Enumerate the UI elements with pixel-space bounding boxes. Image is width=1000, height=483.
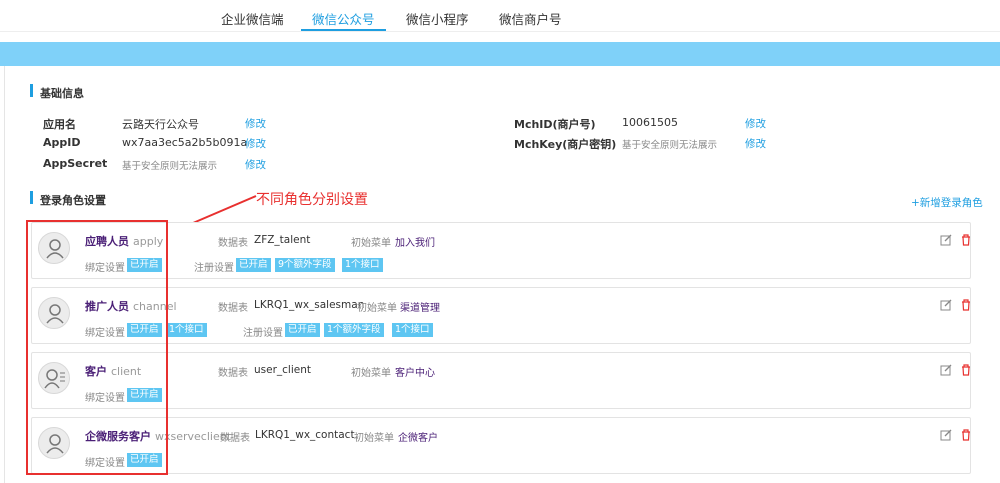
status-badge: 已开启 bbox=[285, 323, 320, 337]
table-label: 数据表 bbox=[220, 433, 250, 444]
extra-fields-badge: 1个额外字段 bbox=[324, 323, 384, 337]
appid-label: AppID bbox=[43, 136, 81, 149]
reg-label: 注册设置 bbox=[194, 263, 234, 274]
delete-icon[interactable] bbox=[960, 364, 972, 376]
tab-official-account[interactable]: 微信公众号 bbox=[301, 9, 386, 31]
edit-icon[interactable] bbox=[940, 429, 952, 441]
tab-wecom[interactable]: 企业微信端 bbox=[221, 9, 284, 31]
mchkey-value: 基于安全原则无法展示 bbox=[622, 140, 718, 151]
status-badge: 已开启 bbox=[236, 258, 271, 272]
menu-label: 初始菜单 bbox=[351, 368, 391, 379]
edit-mchid-link[interactable]: 修改 bbox=[745, 116, 766, 131]
table-value: user_client bbox=[254, 364, 311, 376]
table-value: ZFZ_talent bbox=[254, 234, 311, 246]
api-badge: 1个接口 bbox=[342, 258, 383, 272]
menu-label: 初始菜单 bbox=[357, 303, 397, 314]
delete-icon[interactable] bbox=[960, 299, 972, 311]
mchid-value: 10061505 bbox=[622, 116, 678, 129]
table-label: 数据表 bbox=[218, 368, 248, 379]
top-nav: 企业微信端 微信公众号 微信小程序 微信商户号 bbox=[0, 0, 1000, 32]
api-badge: 1个接口 bbox=[166, 323, 207, 337]
section-roles-title: 登录角色设置 bbox=[30, 191, 106, 208]
menu-value: 渠道管理 bbox=[400, 303, 440, 314]
table-label: 数据表 bbox=[218, 238, 248, 249]
menu-label: 初始菜单 bbox=[351, 238, 391, 249]
tab-mini-program[interactable]: 微信小程序 bbox=[406, 9, 469, 31]
delete-icon[interactable] bbox=[960, 429, 972, 441]
role-card: 企微服务客户 wxserveclient 数据表 LKRQ1_wx_contact… bbox=[31, 417, 971, 474]
menu-value: 加入我们 bbox=[395, 238, 435, 249]
role-card: 应聘人员 apply 数据表 ZFZ_talent 初始菜单 加入我们 绑定设置 … bbox=[31, 222, 971, 279]
role-card: 推广人员 channel 数据表 LKRQ1_wx_salesman 初始菜单 渠… bbox=[31, 287, 971, 344]
edit-icon[interactable] bbox=[940, 299, 952, 311]
menu-value: 客户中心 bbox=[395, 368, 435, 379]
annotation-highlight-box bbox=[26, 220, 168, 475]
annotation-text: 不同角色分别设置 bbox=[256, 192, 368, 208]
tab-merchant[interactable]: 微信商户号 bbox=[499, 9, 562, 31]
app-name-value: 云路天行公众号 bbox=[122, 118, 199, 131]
mchkey-label: MchKey(商户密钥) bbox=[514, 138, 617, 151]
table-value: LKRQ1_wx_salesman bbox=[254, 299, 365, 311]
reg-label: 注册设置 bbox=[243, 328, 283, 339]
appsecret-label: AppSecret bbox=[43, 157, 108, 170]
edit-icon[interactable] bbox=[940, 364, 952, 376]
edit-mchkey-link[interactable]: 修改 bbox=[745, 136, 766, 151]
role-card: 客户 client 数据表 user_client 初始菜单 客户中心 绑定设置 … bbox=[31, 352, 971, 409]
edit-appid-link[interactable]: 修改 bbox=[245, 136, 266, 151]
table-value: LKRQ1_wx_contact bbox=[255, 429, 355, 441]
add-role-link[interactable]: +新增登录角色 bbox=[911, 195, 983, 210]
edit-appsecret-link[interactable]: 修改 bbox=[245, 157, 266, 172]
menu-label: 初始菜单 bbox=[354, 433, 394, 444]
delete-icon[interactable] bbox=[960, 234, 972, 246]
menu-value: 企微客户 bbox=[398, 433, 438, 444]
section-basic-title: 基础信息 bbox=[30, 84, 84, 101]
app-name-label: 应用名 bbox=[43, 118, 76, 131]
edit-app-name-link[interactable]: 修改 bbox=[245, 116, 266, 131]
mchid-label: MchID(商户号) bbox=[514, 118, 596, 131]
appid-value: wx7aa3ec5a2b5b091a bbox=[122, 136, 248, 149]
appsecret-value: 基于安全原则无法展示 bbox=[122, 161, 218, 172]
edit-icon[interactable] bbox=[940, 234, 952, 246]
header-bar bbox=[0, 42, 1000, 66]
extra-fields-badge: 9个额外字段 bbox=[275, 258, 335, 272]
api-badge: 1个接口 bbox=[392, 323, 433, 337]
table-label: 数据表 bbox=[218, 303, 248, 314]
